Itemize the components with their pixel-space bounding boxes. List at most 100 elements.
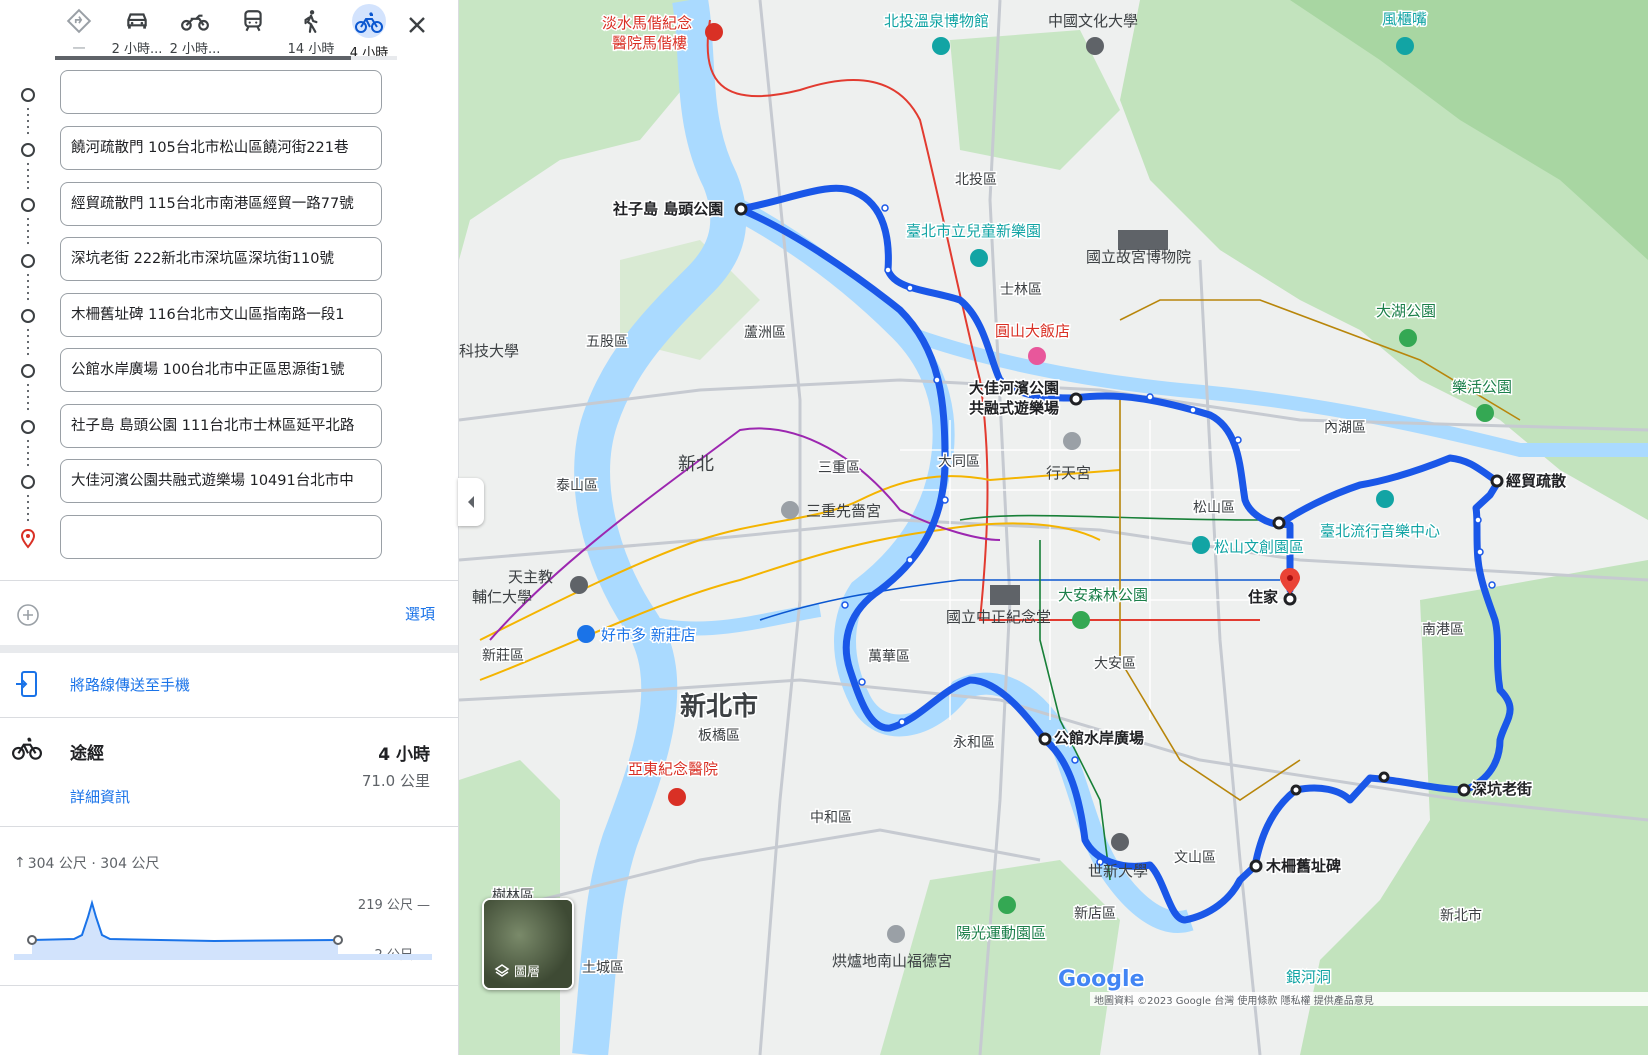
tree-poi-icon-daan [1072,611,1090,629]
waypoint-input-2[interactable]: 經貿疏散門 115台北市南港區經貿一路77號 [60,182,382,226]
amusement-poi-icon [970,249,988,267]
map-canvas[interactable]: 社子島 島頭公園 大佳河濱公園 共融式遊樂場 經貿疏散 住家 公館水岸廣場 木柵… [459,0,1648,1055]
google-logo: Google [1058,967,1145,992]
travel-mode-indicator [55,56,397,60]
map-label-cks: 國立中正紀念堂 [946,608,1051,626]
add-circle-icon [17,604,39,626]
map-label-xingtian: 行天宮 [1046,464,1091,482]
university-poi-icon [1086,37,1104,55]
temple-poi-icon-hongshu [887,925,905,943]
travel-mode-motorcycle[interactable]: 2 小時... [166,4,224,60]
map-label-jingmao: 經貿疏散 [1506,472,1567,490]
park-poi-icon-songshan [1192,536,1210,554]
map-label-yangguang: 陽光運動園區 [956,924,1046,942]
collapse-panel-button[interactable] [458,478,484,526]
bicycle-icon [355,12,383,33]
waypoint-input-7[interactable]: 大佳河濱公園共融式遊樂場 10491台北市中 [60,459,382,503]
map-marker-muzha [1249,859,1263,873]
map-label-fengguizui: 風櫃嘴 [1382,10,1427,28]
map-label-daanpark: 大安森林公園 [1058,586,1148,604]
travel-mode-walk[interactable]: 14 小時 [282,4,340,60]
tree-poi-icon-lequ [1476,404,1494,422]
waypoint-input-3[interactable]: 深坑老街 222新北市深坑區深坑街110號 [60,237,382,281]
send-to-phone-link[interactable]: 將路線傳送至手機 [70,674,190,695]
map-label-mackay2: 醫院馬偕樓 [612,34,687,52]
palace-museum-icon [1118,230,1168,250]
map-label-grandhotel: 圓山大飯店 [995,322,1070,340]
map-label-newtaipei: 新北市 [680,691,758,722]
route-duration: 4 小時 [378,745,430,765]
destination-pin-icon [20,529,36,549]
temple-poi-icon-sanchong [781,501,799,519]
transit-icon [244,10,262,32]
waypoint-input-destination[interactable] [60,515,382,559]
university-poi-icon-shixin [1111,833,1129,851]
travel-mode-best[interactable]: 一 [50,4,108,60]
map-label-xindian: 新店區 [1074,906,1116,922]
route-via: 途經 [70,744,104,764]
waypoint-start-marker [21,88,35,102]
cks-memorial-icon [990,585,1020,605]
map-label-wenhua: 中國文化大學 [1048,12,1138,30]
map-label-beitou: 北投區 [955,172,997,188]
hospital-poi-icon-yadong [668,788,686,806]
travel-mode-motorcycle-label: 2 小時... [169,42,221,57]
map-label-shilin: 士林區 [1000,282,1042,298]
map-label-sanchongtemple: 三重先嗇宮 [806,502,881,520]
map-marker-home [1283,592,1297,606]
map-label-neihu: 內湖區 [1324,420,1366,436]
travel-mode-car-label: 2 小時... [111,42,163,57]
map-label-beitoumuseum: 北投溫泉博物館 [884,12,989,30]
map-label-popmusic: 臺北流行音樂中心 [1320,522,1440,540]
music-poi-icon [1376,490,1394,508]
map-label-songshanpark: 松山文創園區 [1214,538,1304,556]
map-label-shezidao: 社子島 島頭公園 [612,200,723,218]
hospital-poi-icon [705,23,723,41]
map-label-shixin: 世新大學 [1088,862,1148,880]
map-label-yadong: 亞東紀念醫院 [628,760,718,778]
add-destination-button[interactable] [16,603,40,627]
map-label-daan: 大安區 [1094,656,1136,672]
map-label-taishan: 泰山區 [556,478,598,494]
temple-poi-icon [1063,432,1081,450]
close-directions-button[interactable] [402,10,432,40]
travel-mode-bicycle[interactable]: 4 小時 [340,4,398,61]
route-details-link[interactable]: 詳細資訊 [70,786,130,807]
map-label-newtaipei3: 新北市 [1440,907,1482,924]
travel-mode-best-label: 一 [72,42,86,57]
close-icon [409,17,425,33]
layers-button[interactable]: 圖層 [482,898,574,990]
waypoint-input-4[interactable]: 木柵舊址碑 116台北市文山區指南路一段1 [60,293,382,337]
travel-mode-car[interactable]: 2 小時... [108,4,166,60]
map-marker-raohe [1272,516,1286,530]
options-button[interactable]: 選項 [405,603,435,624]
travel-mode-walk-label: 14 小時 [287,42,335,57]
map-label-muzha: 木柵舊址碑 [1265,857,1341,875]
waypoint-input-5[interactable]: 公館水岸廣場 100台北市中正區思源街1號 [60,348,382,392]
walk-icon [304,10,318,33]
map-label-luzhou: 蘆洲區 [744,325,786,341]
send-to-phone-icon [14,670,40,702]
waypoint-input-6[interactable]: 社子島 島頭公園 111台北市士林區延平北路 [60,404,382,448]
map-label-hongshu: 烘爐地南山福德宮 [832,952,952,970]
travel-mode-bicycle-highlight [352,4,386,38]
motorcycle-icon [181,14,209,31]
hotel-poi-icon [1028,347,1046,365]
tree-poi-icon-dahu [1399,329,1417,347]
route-bicycle-icon [12,736,42,766]
map-label-yindong: 銀河洞 [1286,968,1331,986]
map-label-fujen2: 輔仁大學 [472,588,532,606]
map-label-zhonghe: 中和區 [810,810,852,826]
map-label-datong: 大同區 [938,454,980,470]
layers-label-row: 圖層 [494,961,540,980]
travel-mode-transit[interactable] [224,4,282,60]
map-marker-shenkeng [1457,783,1471,797]
best-route-icon [66,8,92,34]
map-label-xinzhuang: 新莊區 [482,648,524,664]
ascent-icon: ↑ [14,855,26,871]
waypoint-input-start[interactable] [60,70,382,114]
waypoint-input-1[interactable]: 饒河疏散門 105台北市松山區饒河街221巷 [60,126,382,170]
tree-poi-icon-yangguang [998,896,1016,914]
chevron-left-icon [468,496,474,508]
map-label-newtaipei2: 新北 [678,454,714,475]
